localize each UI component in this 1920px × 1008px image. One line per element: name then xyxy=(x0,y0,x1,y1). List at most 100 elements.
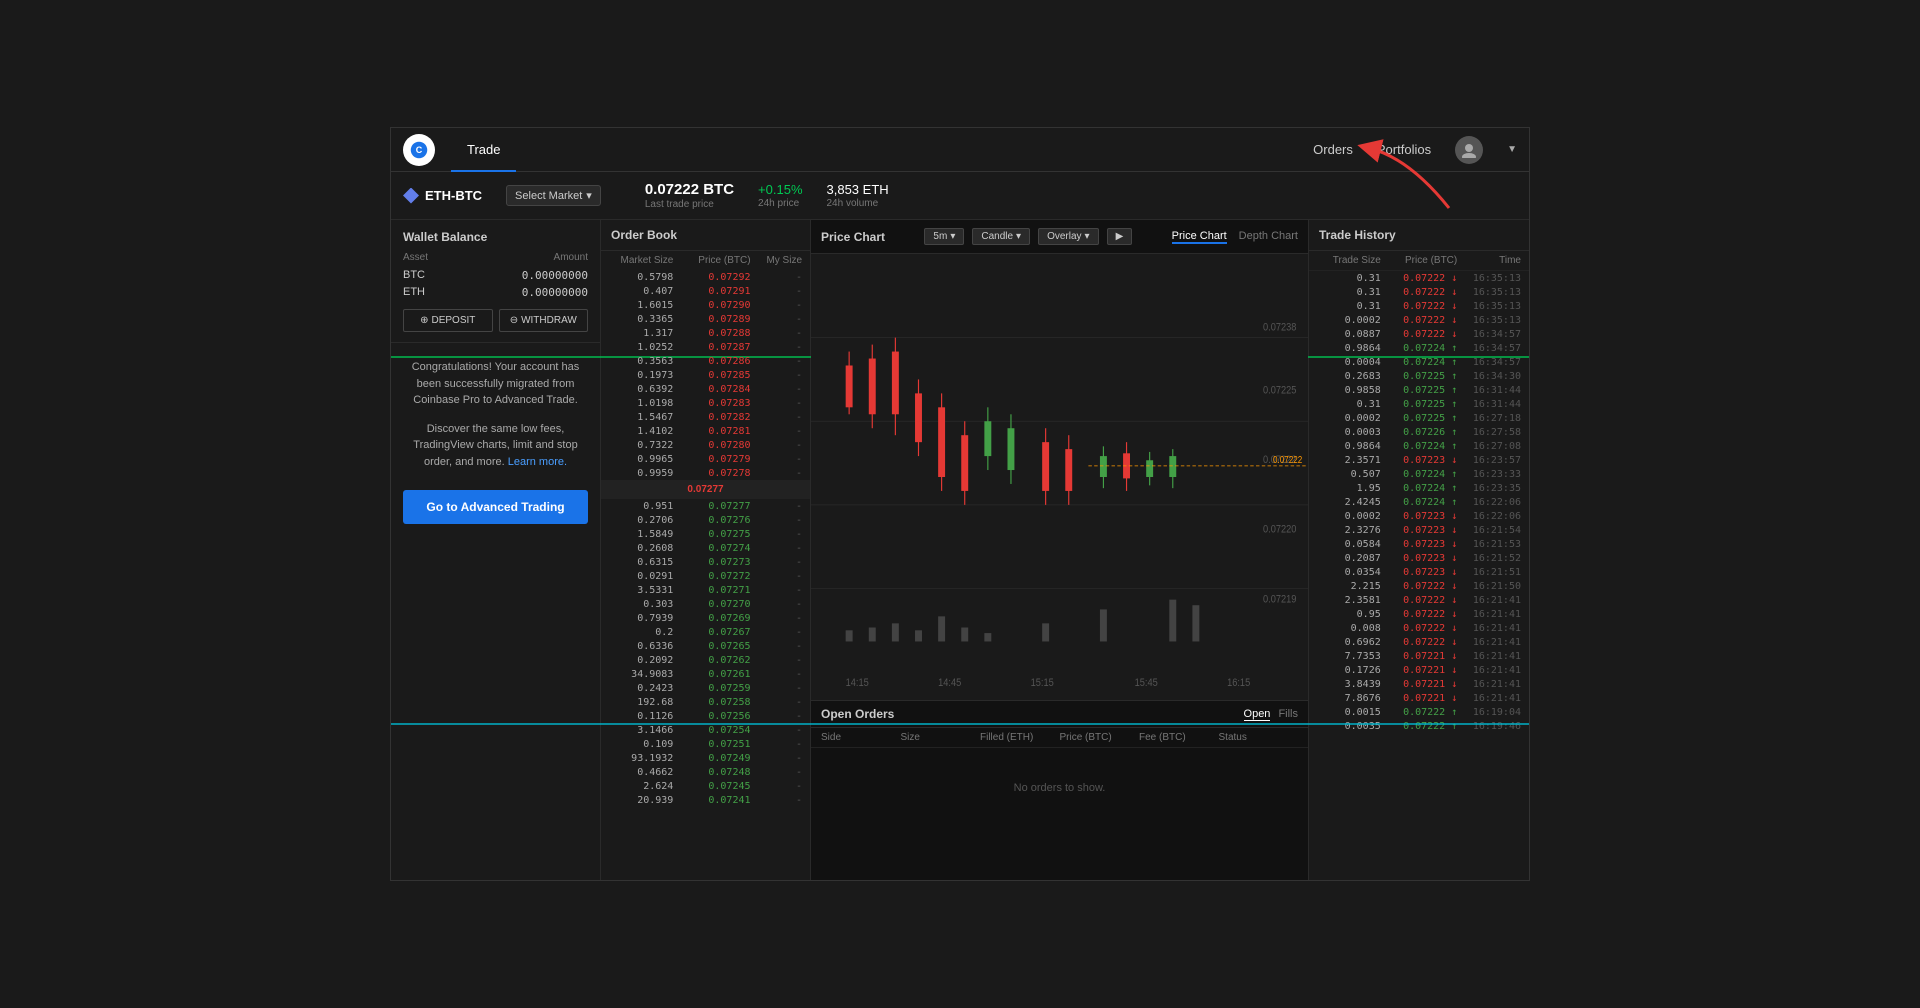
trade-history-row: 0.00020.07225 ↑16:27:18 xyxy=(1309,411,1529,425)
user-avatar[interactable] xyxy=(1455,136,1483,164)
chevron-icon-3: ▾ xyxy=(1085,231,1090,242)
trade-history-row: 0.5070.07224 ↑16:23:33 xyxy=(1309,467,1529,481)
avatar-dropdown-icon[interactable]: ▼ xyxy=(1507,144,1517,155)
svg-text:15:15: 15:15 xyxy=(1031,677,1054,689)
trade-history-row: 2.42450.07224 ↑16:22:06 xyxy=(1309,495,1529,509)
trade-history-row: 0.98580.07225 ↑16:31:44 xyxy=(1309,383,1529,397)
coinbase-logo[interactable]: C xyxy=(403,134,435,166)
order-book-ask-row: 0.99590.07278- xyxy=(601,466,810,480)
oo-col-status: Status xyxy=(1219,732,1299,743)
order-book-asks: 0.57980.07292-0.4070.07291-1.60150.07290… xyxy=(601,270,810,480)
wallet-actions: ⊕ DEPOSIT ⊖ WITHDRAW xyxy=(403,309,588,332)
order-book-bid-row: 0.63360.07265- xyxy=(601,639,810,653)
oo-col-fee: Fee (BTC) xyxy=(1139,732,1219,743)
asset-row-btc: BTC 0.00000000 xyxy=(403,269,588,282)
chevron-icon: ▾ xyxy=(950,231,955,242)
order-book-header: Market Size Price (BTC) My Size xyxy=(601,251,810,270)
trade-history-row: 0.20870.07223 ↓16:21:52 xyxy=(1309,551,1529,565)
nav-tabs: Trade xyxy=(451,128,1313,172)
market-change-label: 24h price xyxy=(758,198,802,209)
select-market-button[interactable]: Select Market ▾ xyxy=(506,185,601,206)
svg-text:0.07225: 0.07225 xyxy=(1263,385,1297,397)
chevron-icon-2: ▾ xyxy=(1016,231,1021,242)
market-change: +0.15% xyxy=(758,182,802,197)
order-book-bid-row: 0.20920.07262- xyxy=(601,653,810,667)
th-col-size: Trade Size xyxy=(1317,255,1381,266)
order-book-bid-row: 1.58490.07275- xyxy=(601,527,810,541)
chart-controls: 5m ▾ Candle ▾ Overlay ▾ ▶ xyxy=(924,228,1132,245)
trade-history-row: 0.310.07225 ↑16:31:44 xyxy=(1309,397,1529,411)
svg-text:16:15: 16:15 xyxy=(1227,677,1250,689)
price-chart-svg: 0.07238 0.07225 0.07222 0.07220 0.07219 xyxy=(811,254,1308,700)
order-book-title: Order Book xyxy=(601,220,810,251)
trade-history-columns: Trade Size Price (BTC) Time xyxy=(1309,251,1529,271)
trade-history-row: 0.69620.07222 ↓16:21:41 xyxy=(1309,635,1529,649)
market-symbol: ETH-BTC xyxy=(403,188,482,204)
chart-header: Price Chart 5m ▾ Candle ▾ Overlay ▾ ▶ Pr… xyxy=(811,220,1308,254)
order-book-ask-row: 0.73220.07280- xyxy=(601,438,810,452)
trade-history-row: 2.35710.07223 ↓16:23:57 xyxy=(1309,453,1529,467)
wallet-title: Wallet Balance xyxy=(403,230,588,244)
fullscreen-button[interactable]: ▶ xyxy=(1107,228,1133,245)
oo-col-side: Side xyxy=(821,732,901,743)
svg-text:0.07219: 0.07219 xyxy=(1263,594,1297,606)
trade-history-row: 0.950.07222 ↓16:21:41 xyxy=(1309,607,1529,621)
order-book-bid-row: 0.9510.07277- xyxy=(601,499,810,513)
svg-text:0.07222: 0.07222 xyxy=(1273,454,1302,465)
trade-history-row: 7.86760.07221 ↓16:21:41 xyxy=(1309,691,1529,705)
overlay-button[interactable]: Overlay ▾ xyxy=(1038,228,1098,245)
tab-depth-chart[interactable]: Depth Chart xyxy=(1239,230,1298,244)
trade-history-row: 0.00030.07226 ↑16:27:58 xyxy=(1309,425,1529,439)
trade-history-row: 0.08870.07222 ↓16:34:57 xyxy=(1309,327,1529,341)
deposit-button[interactable]: ⊕ DEPOSIT xyxy=(403,309,493,332)
svg-text:14:45: 14:45 xyxy=(938,677,961,689)
order-book-ask-row: 0.63920.07284- xyxy=(601,382,810,396)
order-book-ask-row: 0.57980.07292- xyxy=(601,270,810,284)
order-book-ask-row: 0.99650.07279- xyxy=(601,452,810,466)
order-book-ask-row: 1.01980.07283- xyxy=(601,396,810,410)
timeframe-button[interactable]: 5m ▾ xyxy=(924,228,964,245)
oo-tab-fills[interactable]: Fills xyxy=(1278,708,1298,721)
market-volume: 3,853 ETH xyxy=(827,182,889,197)
trade-history-row: 0.00020.07222 ↓16:35:13 xyxy=(1309,313,1529,327)
nav-tab-trade[interactable]: Trade xyxy=(451,128,516,172)
nav-portfolios[interactable]: Portfolios xyxy=(1377,142,1431,157)
trade-history-row: 7.73530.07221 ↓16:21:41 xyxy=(1309,649,1529,663)
open-orders: Open Orders Open Fills Side Size Filled … xyxy=(811,700,1308,880)
wallet-section: Wallet Balance Asset Amount BTC 0.000000… xyxy=(391,220,600,343)
trade-history-row: 0.0080.07222 ↓16:21:41 xyxy=(1309,621,1529,635)
advanced-trading-button[interactable]: Go to Advanced Trading xyxy=(403,490,588,524)
svg-text:0.07238: 0.07238 xyxy=(1263,322,1297,334)
tab-price-chart[interactable]: Price Chart xyxy=(1172,230,1227,244)
trade-history-row: 0.00020.07223 ↓16:22:06 xyxy=(1309,509,1529,523)
svg-text:14:15: 14:15 xyxy=(846,677,869,689)
order-book-bid-row: 0.63150.07273- xyxy=(601,555,810,569)
order-book-bid-row: 0.46620.07248- xyxy=(601,765,810,779)
trade-history-row: 0.03540.07223 ↓16:21:51 xyxy=(1309,565,1529,579)
order-book-bid-row: 0.20.07267- xyxy=(601,625,810,639)
order-book-bid-row: 3.14660.07254- xyxy=(601,723,810,737)
trade-history-row: 0.310.07222 ↓16:35:13 xyxy=(1309,299,1529,313)
chart-area: 0.07238 0.07225 0.07222 0.07220 0.07219 xyxy=(811,254,1308,700)
withdraw-button[interactable]: ⊖ WITHDRAW xyxy=(499,309,589,332)
th-col-price: Price (BTC) xyxy=(1381,255,1458,266)
order-book-bid-row: 0.11260.07256- xyxy=(601,709,810,723)
nav-right: Orders Portfolios ▼ xyxy=(1313,136,1517,164)
nav-orders[interactable]: Orders xyxy=(1313,142,1353,157)
candle-button[interactable]: Candle ▾ xyxy=(972,228,1030,245)
price-chart-section: Price Chart 5m ▾ Candle ▾ Overlay ▾ ▶ Pr… xyxy=(811,220,1309,880)
plus-icon: ⊕ xyxy=(420,315,428,326)
order-book-ask-row: 0.4070.07291- xyxy=(601,284,810,298)
migration-section: Congratulations! Your account has been s… xyxy=(391,343,600,880)
order-book-ask-row: 1.60150.07290- xyxy=(601,298,810,312)
order-book-ask-row: 1.54670.07282- xyxy=(601,410,810,424)
trade-history-row: 0.17260.07221 ↓16:21:41 xyxy=(1309,663,1529,677)
order-book-ask-row: 0.33650.07289- xyxy=(601,312,810,326)
order-book-bid-row: 0.79390.07269- xyxy=(601,611,810,625)
market-symbol-label: ETH-BTC xyxy=(425,188,482,203)
cyan-accent-line xyxy=(391,723,1529,725)
trade-history-row: 0.00150.07222 ↑16:19:04 xyxy=(1309,705,1529,719)
oo-tab-open[interactable]: Open xyxy=(1244,708,1271,721)
asset-table: Asset Amount BTC 0.00000000 ETH 0.000000… xyxy=(403,252,588,299)
learn-more-link[interactable]: Learn more. xyxy=(508,456,567,468)
